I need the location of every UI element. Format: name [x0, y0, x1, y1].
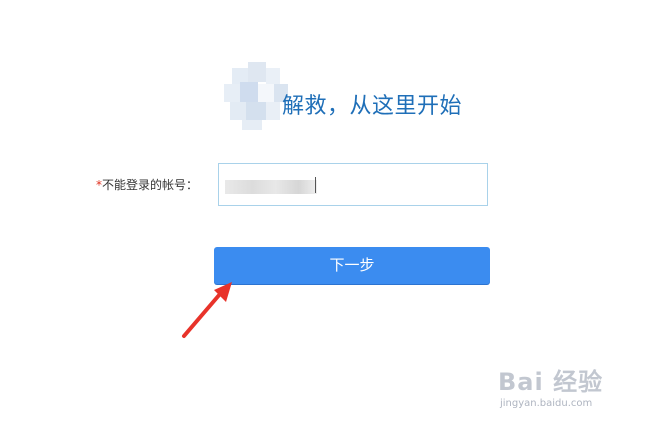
red-pointer-arrow-icon — [182, 282, 232, 338]
watermark-url: jingyan.baidu.com — [500, 398, 593, 409]
masked-account-value — [225, 180, 317, 194]
account-label-text: 不能登录的帐号： — [102, 178, 199, 192]
page-header: 解救，从这里开始 — [218, 62, 518, 134]
account-label: *不能登录的帐号： — [96, 176, 198, 193]
page-title: 解救，从这里开始 — [282, 94, 463, 119]
account-input[interactable] — [218, 163, 488, 206]
next-step-button[interactable]: 下一步 — [214, 247, 490, 284]
text-caret — [315, 177, 316, 193]
watermark-logo: Bai 经验 — [498, 368, 604, 396]
baidu-jingyan-watermark: Bai 经验 jingyan.baidu.com — [494, 360, 634, 420]
